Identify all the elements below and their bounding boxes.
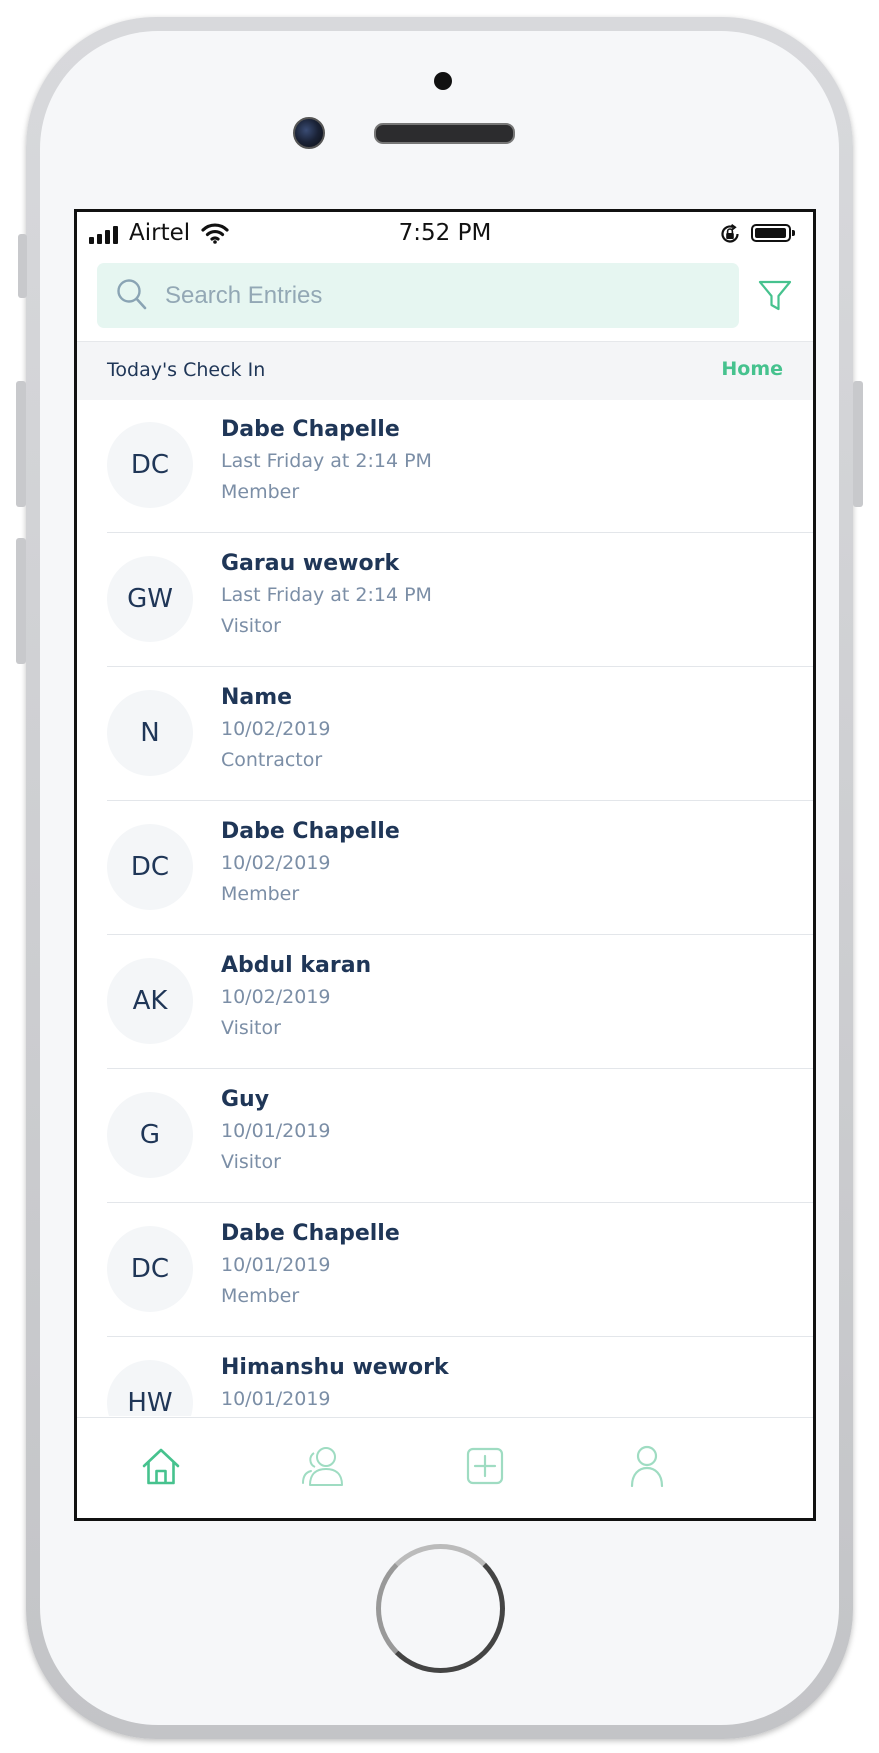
- users-icon: [302, 1447, 343, 1486]
- avatar: GW: [107, 556, 193, 642]
- search-input[interactable]: [163, 277, 727, 315]
- status-bar: Airtel 7:52 PM: [77, 212, 813, 250]
- entry-type: Member: [221, 481, 300, 503]
- section-title: Today's Check In: [107, 359, 266, 381]
- filter-icon[interactable]: [757, 278, 793, 314]
- entry-time: 10/01/2019: [221, 1388, 331, 1410]
- list-item[interactable]: N Name 10/02/2019 Contractor: [107, 667, 813, 801]
- home-icon: [142, 1448, 180, 1485]
- entry-time: 10/02/2019: [221, 852, 331, 874]
- avatar: DC: [107, 824, 193, 910]
- power-button: [853, 381, 863, 507]
- entry-type: Visitor: [221, 615, 281, 637]
- status-time: 7:52 PM: [398, 220, 492, 246]
- search-bar[interactable]: [97, 263, 739, 328]
- front-camera: [293, 117, 325, 149]
- entry-type: Member: [221, 883, 300, 905]
- avatar: HW: [107, 1360, 193, 1416]
- orientation-lock-icon: [719, 223, 741, 249]
- entry-time: 10/01/2019: [221, 1120, 331, 1142]
- add-icon: [466, 1447, 504, 1485]
- entry-name: Garau wework: [221, 551, 400, 576]
- entry-time: 10/02/2019: [221, 986, 331, 1008]
- home-button[interactable]: [376, 1544, 505, 1673]
- avatar: AK: [107, 958, 193, 1044]
- home-link[interactable]: Home: [721, 358, 783, 380]
- tab-home[interactable]: [131, 1436, 191, 1496]
- list-item[interactable]: GW Garau wework Last Friday at 2:14 PM Visi…: [107, 533, 813, 667]
- tab-users[interactable]: [293, 1436, 353, 1496]
- search-icon: [115, 277, 149, 317]
- profile-icon: [630, 1445, 664, 1487]
- checkin-list: DC Dabe Chapelle Last Friday at 2:14 PM Mem…: [77, 399, 813, 1416]
- entry-name: Name: [221, 685, 293, 710]
- avatar: DC: [107, 422, 193, 508]
- list-item[interactable]: G Guy 10/01/2019 Visitor: [107, 1069, 813, 1203]
- entry-name: Abdul karan: [221, 953, 372, 978]
- entry-type: Member: [221, 1285, 300, 1307]
- earpiece-speaker: [374, 123, 515, 144]
- list-item[interactable]: AK Abdul karan 10/02/2019 Visitor: [107, 935, 813, 1069]
- entry-time: Last Friday at 2:14 PM: [221, 450, 432, 472]
- avatar: G: [107, 1092, 193, 1178]
- volume-up-button: [16, 381, 26, 507]
- entry-name: Dabe Chapelle: [221, 819, 400, 844]
- tab-bar: [77, 1417, 813, 1518]
- entry-time: Last Friday at 2:14 PM: [221, 584, 432, 606]
- avatar: N: [107, 690, 193, 776]
- silent-switch: [18, 234, 27, 298]
- avatar: DC: [107, 1226, 193, 1312]
- entry-time: 10/01/2019: [221, 1254, 331, 1276]
- list-item[interactable]: HW Himanshu wework 10/01/2019: [107, 1337, 813, 1416]
- list-item[interactable]: DC Dabe Chapelle Last Friday at 2:14 PM Mem…: [107, 399, 813, 533]
- proximity-sensor: [434, 72, 452, 90]
- list-item[interactable]: DC Dabe Chapelle 10/01/2019 Member: [107, 1203, 813, 1337]
- entry-time: 10/02/2019: [221, 718, 331, 740]
- list-item[interactable]: DC Dabe Chapelle 10/02/2019 Member: [107, 801, 813, 935]
- battery-icon: [751, 224, 795, 242]
- tab-add[interactable]: [455, 1436, 515, 1496]
- entry-name: Himanshu wework: [221, 1355, 449, 1380]
- entry-type: Visitor: [221, 1017, 281, 1039]
- volume-down-button: [16, 538, 26, 664]
- entry-name: Dabe Chapelle: [221, 417, 400, 442]
- entry-type: Visitor: [221, 1151, 281, 1173]
- tab-profile[interactable]: [617, 1436, 677, 1496]
- entry-name: Dabe Chapelle: [221, 1221, 400, 1246]
- section-header: Today's Check In Home: [77, 341, 813, 400]
- entry-type: Contractor: [221, 749, 323, 771]
- entry-name: Guy: [221, 1087, 270, 1112]
- app-screen: Airtel 7:52 PM Search Entries Today's Ch…: [74, 209, 816, 1521]
